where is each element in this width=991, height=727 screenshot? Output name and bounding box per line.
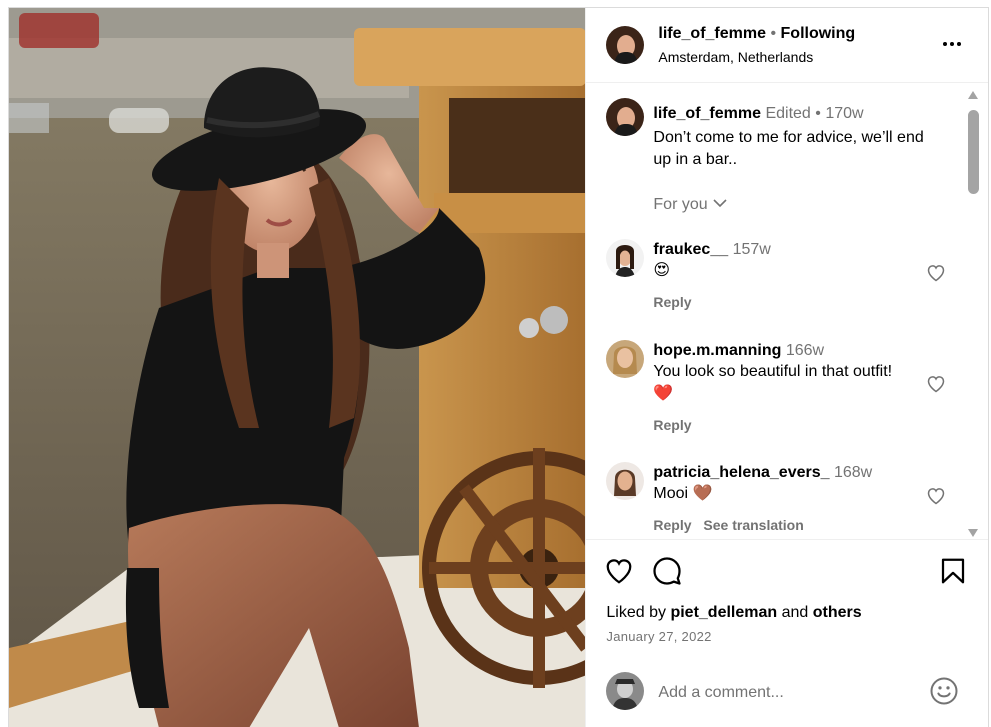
caption-header: life_of_femme Edited • 170w [653, 105, 863, 123]
comment-icon[interactable] [652, 556, 682, 586]
side-panel: life_of_femme • Following Amsterdam, Net… [585, 8, 988, 727]
comment-username[interactable]: patricia_helena_evers_ [653, 464, 829, 481]
author-avatar[interactable] [606, 26, 645, 64]
dot-separator: • [770, 25, 777, 42]
liked-by-user[interactable]: piet_delleman [670, 604, 777, 621]
comment-avatar-fraukec[interactable] [606, 239, 645, 277]
reply-button[interactable]: Reply [653, 517, 691, 533]
post-actions: Liked by piet_delleman and others Januar… [586, 539, 988, 727]
add-comment-input[interactable] [658, 680, 909, 706]
comment-header: patricia_helena_evers_ 168w [653, 464, 872, 482]
post-date[interactable]: January 27, 2022 [606, 629, 711, 644]
scrollbar-thumb[interactable] [968, 110, 979, 194]
comment-header: fraukec__ 157w [653, 241, 770, 259]
current-user-avatar[interactable] [606, 672, 645, 710]
post-location[interactable]: Amsterdam, Netherlands [658, 49, 813, 65]
post-dialog: life_of_femme • Following Amsterdam, Net… [8, 7, 989, 727]
dot-separator: • [815, 105, 826, 122]
likes-line: Liked by piet_delleman and others [606, 604, 861, 622]
scroll-down-arrow-icon[interactable] [966, 526, 980, 538]
comment-username[interactable]: hope.m.manning [653, 342, 781, 359]
comment-age[interactable]: 166w [786, 342, 824, 359]
comment-text: You look so beautiful in that outfit! [653, 363, 893, 380]
reply-button[interactable]: Reply [653, 417, 691, 433]
caption-author[interactable]: life_of_femme [653, 105, 761, 122]
liked-by-label: Liked by [606, 604, 666, 621]
comments-scrollbar[interactable] [966, 88, 980, 538]
for-you-label: For you [653, 196, 708, 214]
more-options-icon[interactable] [940, 32, 964, 56]
comments-list[interactable]: life_of_femme Edited • 170w Don’t come t… [586, 84, 988, 539]
comment-like-heart-icon[interactable] [926, 374, 946, 394]
comment-like-heart-icon[interactable] [926, 263, 946, 283]
post-photo[interactable] [9, 8, 586, 727]
comment-text: Mooi 🤎 [653, 485, 713, 502]
add-comment-bar [586, 658, 988, 727]
post-image [9, 8, 586, 727]
reply-button[interactable]: Reply [653, 294, 691, 310]
see-translation-button[interactable]: See translation [703, 517, 803, 533]
comment-age[interactable]: 157w [733, 241, 771, 258]
header-title-row: life_of_femme • Following [658, 25, 855, 43]
comment-like-heart-icon[interactable] [926, 486, 946, 506]
caption-line-2: up in a bar.. [653, 151, 738, 168]
comment-text-line-2: ❤️ [653, 385, 674, 402]
caption-edited: Edited [765, 105, 811, 122]
likes-and-label: and [781, 604, 809, 621]
following-button[interactable]: Following [781, 25, 856, 42]
comment-avatar-hope[interactable] [606, 340, 645, 378]
caption-avatar[interactable] [606, 98, 645, 136]
comment-avatar-patricia[interactable] [606, 462, 645, 500]
bookmark-icon[interactable] [938, 556, 968, 586]
heart-icon[interactable] [604, 556, 634, 586]
comment-age[interactable]: 168w [834, 464, 872, 481]
comment-text: 😍 [653, 262, 671, 279]
comment-username[interactable]: fraukec__ [653, 241, 728, 258]
caption-line-1: Don’t come to me for advice, we’ll end [653, 129, 924, 146]
chevron-down-icon [712, 196, 728, 214]
post-author-name[interactable]: life_of_femme [658, 25, 766, 42]
caption-age[interactable]: 170w [825, 105, 863, 122]
scroll-up-arrow-icon[interactable] [966, 88, 980, 100]
post-header: life_of_femme • Following Amsterdam, Net… [586, 8, 988, 83]
emoji-icon[interactable] [929, 676, 959, 706]
comment-header: hope.m.manning 166w [653, 342, 824, 360]
for-you-toggle[interactable]: For you [653, 196, 728, 214]
liked-by-others[interactable]: others [813, 604, 862, 621]
